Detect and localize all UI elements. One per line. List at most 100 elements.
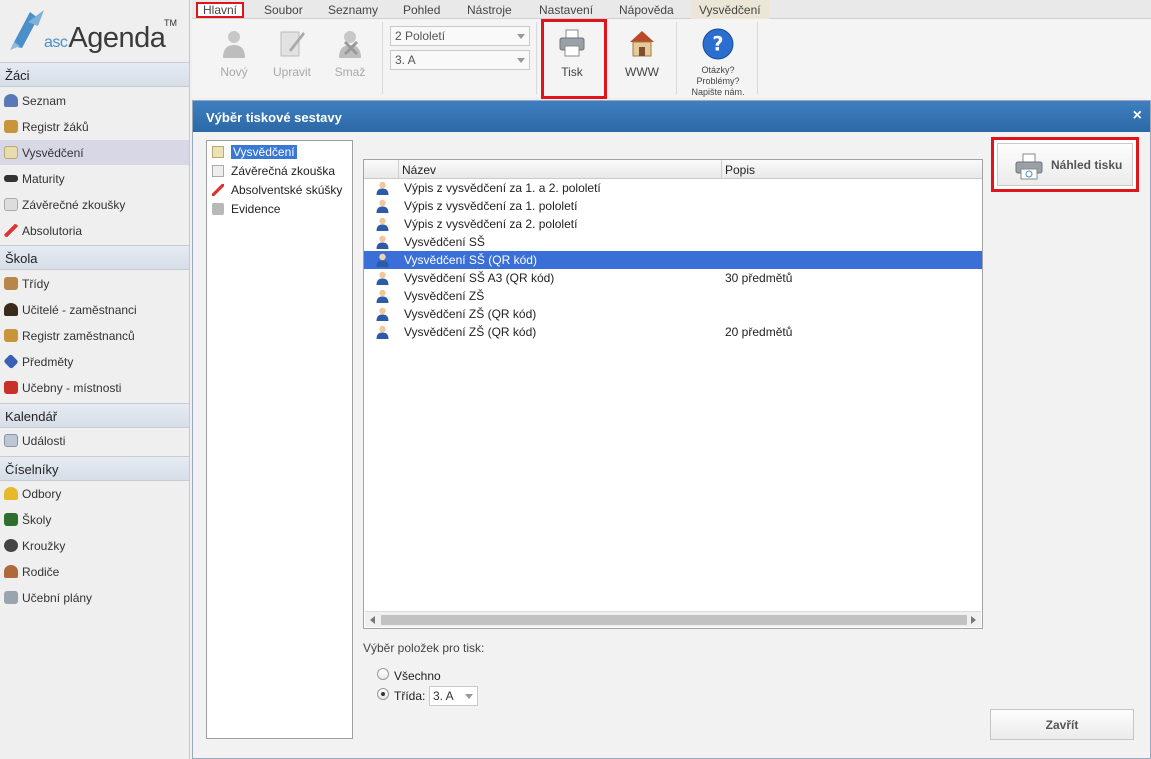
- print-preview-highlight: Náhled tisku: [991, 137, 1139, 192]
- sidebar-item-krouzky[interactable]: Kroužky: [0, 533, 189, 558]
- table-row[interactable]: Vysvědčení SŠ (QR kód): [364, 251, 982, 269]
- student-icon: [376, 289, 389, 303]
- printer-icon: [559, 29, 585, 57]
- sidebar-item-vysvedceni[interactable]: Vysvědčení: [0, 140, 189, 165]
- table-cell-name: Vysvědčení ZŠ (QR kód): [404, 307, 537, 321]
- tree-item-zaverecna-zkouska[interactable]: Závěrečná zkouška: [209, 162, 335, 179]
- sidebar-item-absolutoria[interactable]: Absolutoria: [0, 218, 189, 243]
- edit-button[interactable]: Upravit: [267, 28, 317, 79]
- class-select[interactable]: 3. A: [390, 50, 530, 70]
- tree-item-label: Evidence: [231, 202, 281, 216]
- scroll-thumb[interactable]: [381, 615, 967, 625]
- sidebar-item-label: Odbory: [22, 487, 62, 501]
- table-cell-name: Vysvědčení ZŠ (QR kód): [404, 325, 537, 339]
- column-header-nazev[interactable]: Název: [398, 160, 722, 179]
- table-row[interactable]: Výpis z vysvědčení za 1. a 2. pololetí: [364, 179, 982, 197]
- close-button[interactable]: Zavřít: [990, 709, 1134, 740]
- section-kalendar[interactable]: Kalendář: [0, 403, 189, 428]
- table-row[interactable]: Vysvědčení ZŠ (QR kód) 20 předmětů: [364, 323, 982, 341]
- column-header-popis[interactable]: Popis: [721, 160, 982, 179]
- table-row[interactable]: Vysvědčení ZŠ (QR kód): [364, 305, 982, 323]
- print-button[interactable]: Tisk: [547, 28, 597, 79]
- menu-vysvedceni[interactable]: Vysvědčení: [691, 0, 769, 19]
- sidebar-item-predmety[interactable]: Předměty: [0, 349, 189, 374]
- new-button[interactable]: Nový: [209, 28, 259, 79]
- help-button[interactable]: ? Otázky? Problémy? Napište nám.: [685, 28, 751, 98]
- table-cell-name: Vysvědčení SŠ (QR kód): [404, 253, 537, 267]
- radio-class[interactable]: [377, 688, 389, 700]
- sidebar-item-odbory[interactable]: Odbory: [0, 481, 189, 506]
- menu-soubor[interactable]: Soubor: [264, 3, 303, 17]
- student-icon: [376, 271, 389, 285]
- toolbar-separator: [676, 22, 677, 94]
- close-icon[interactable]: ×: [1133, 107, 1142, 125]
- sidebar-item-tridy[interactable]: Třídy: [0, 271, 189, 296]
- tree-item-absolventske-skusky[interactable]: Absolventské skúšky: [209, 181, 342, 198]
- calendar-icon: [4, 434, 18, 447]
- sidebar-item-label: Třídy: [22, 277, 50, 291]
- print-preview-button[interactable]: Náhled tisku: [997, 143, 1133, 186]
- scroll-right-icon[interactable]: [971, 616, 976, 624]
- logo-text: ascAgenda: [44, 22, 166, 55]
- table-cell-popis: 20 předmětů: [725, 325, 793, 339]
- chevron-down-icon: [517, 34, 525, 39]
- semester-select[interactable]: 2 Pololetí: [390, 26, 530, 46]
- horizontal-scrollbar[interactable]: [365, 611, 981, 627]
- logo-tm: TM: [164, 18, 177, 28]
- sidebar-item-udalosti[interactable]: Události: [0, 428, 189, 453]
- table-cell-name: Vysvědčení SŠ: [404, 235, 485, 249]
- menu-nastaveni[interactable]: Nastavení: [539, 3, 593, 17]
- www-label: WWW: [625, 65, 659, 79]
- table-row[interactable]: Vysvědčení ZŠ: [364, 287, 982, 305]
- www-button[interactable]: WWW: [617, 28, 667, 79]
- sidebar-item-ucebny[interactable]: Učebny - místnosti: [0, 375, 189, 400]
- house-icon: [630, 31, 654, 57]
- ball-icon: [4, 539, 18, 552]
- sidebar-item-label: Vysvědčení: [22, 146, 84, 160]
- tree-item-label: Absolventské skúšky: [231, 183, 343, 197]
- helmet-icon: [4, 487, 18, 500]
- student-icon: [376, 181, 389, 195]
- sidebar-item-ucitele[interactable]: Učitelé - zaměstnanci: [0, 297, 189, 322]
- menu-seznamy[interactable]: Seznamy: [328, 3, 378, 17]
- table-row[interactable]: Vysvědčení SŠ A3 (QR kód) 30 předmětů: [364, 269, 982, 287]
- table-cell-name: Vysvědčení SŠ A3 (QR kód): [404, 271, 555, 285]
- menu-hlavni[interactable]: Hlavní: [196, 2, 245, 18]
- sidebar-item-registr-zaku[interactable]: Registr žáků: [0, 114, 189, 139]
- house-icon: [4, 381, 18, 394]
- section-ciselniky[interactable]: Číselníky: [0, 456, 189, 481]
- sidebar-item-ucebni-plany[interactable]: Učební plány: [0, 585, 189, 610]
- help-icon: ?: [702, 28, 734, 60]
- section-zaci[interactable]: Žáci: [0, 62, 189, 87]
- sidebar-item-label: Učitelé - zaměstnanci: [22, 303, 137, 317]
- logo-icon: [10, 10, 44, 50]
- sidebar-item-skoly[interactable]: Školy: [0, 507, 189, 532]
- sidebar-item-registr-zamestnancu[interactable]: Registr zaměstnanců: [0, 323, 189, 348]
- delete-button[interactable]: Smaž: [325, 28, 375, 79]
- radio-all[interactable]: [377, 668, 389, 680]
- sidebar-item-rodice[interactable]: Rodiče: [0, 559, 189, 584]
- plan-icon: [4, 591, 18, 604]
- menu-nastroje[interactable]: Nástroje: [467, 3, 512, 17]
- menu-pohled[interactable]: Pohled: [403, 3, 440, 17]
- table-row[interactable]: Výpis z vysvědčení za 1. pololetí: [364, 197, 982, 215]
- delete-icon: [339, 31, 361, 58]
- sidebar-item-label: Učebny - místnosti: [22, 381, 122, 395]
- class-filter-select[interactable]: 3. A: [429, 686, 478, 706]
- table-cell-name: Výpis z vysvědčení za 1. a 2. pololetí: [404, 181, 601, 195]
- sidebar-item-seznam[interactable]: Seznam: [0, 88, 189, 113]
- table-row[interactable]: Výpis z vysvědčení za 2. pololetí: [364, 215, 982, 233]
- sidebar-item-zaverecne-zkousky[interactable]: Závěrečné zkoušky: [0, 192, 189, 217]
- menu-napoveda[interactable]: Nápověda: [619, 3, 674, 17]
- scroll-left-icon[interactable]: [370, 616, 375, 624]
- subject-icon: [3, 353, 19, 370]
- sidebar-item-maturity[interactable]: Maturity: [0, 166, 189, 191]
- printer-icon: [1015, 153, 1043, 180]
- tree-item-evidence[interactable]: Evidence: [209, 200, 280, 217]
- report-category-tree: Vysvědčení Závěrečná zkouška Absolventsk…: [206, 140, 353, 739]
- section-skola[interactable]: Škola: [0, 245, 189, 270]
- selection-label: Výběr položek pro tisk:: [363, 641, 485, 655]
- folder-icon: [212, 203, 224, 215]
- tree-item-vysvedceni[interactable]: Vysvědčení: [209, 143, 297, 160]
- table-row[interactable]: Vysvědčení SŠ: [364, 233, 982, 251]
